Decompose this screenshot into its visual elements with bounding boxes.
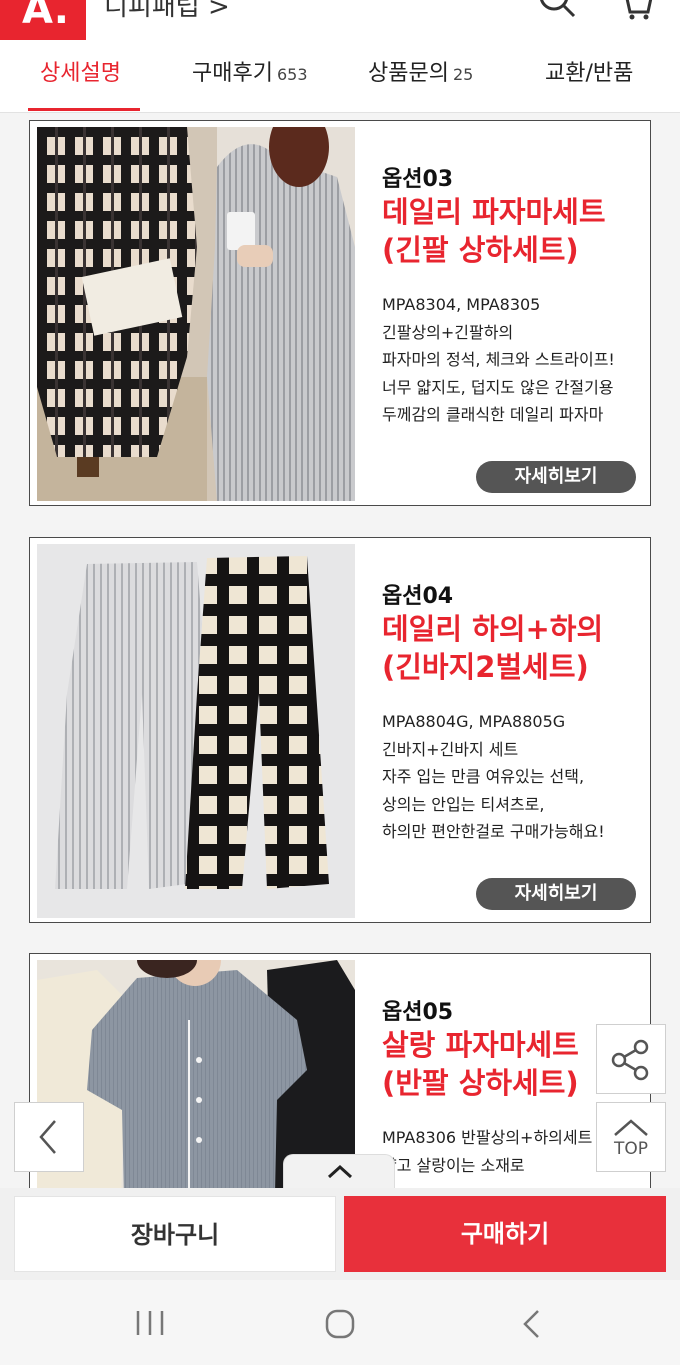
product-title: 살랑 파자마세트 [382,1028,579,1062]
product-subtitle: (긴바지2벌세트) [382,650,589,684]
tab-inquiries[interactable]: 상품문의 25 [368,40,473,112]
system-navigation-bar [0,1280,680,1365]
product-description: MPA8306 반팔상의+하의세트 얇고 살랑이는 소재로 [382,1124,592,1179]
tab-exchange-return-label: 교환/반품 [545,61,634,86]
detail-content[interactable]: 옵션03 데일리 파자마세트 (긴팔 상하세트) MPA8304, MPA830… [0,113,680,1188]
back-icon[interactable] [518,1308,546,1340]
pants-set-photo [37,544,355,918]
review-count: 653 [276,65,308,84]
description-line: MPA8804G, MPA8805G [382,712,566,731]
product-option-card: 옵션05 살랑 파자마세트 (반팔 상하세트) MPA8306 반팔상의+하의세… [29,953,651,1188]
description-line: 긴팔상의+긴팔하의 [382,322,514,342]
recent-apps-icon[interactable] [132,1308,168,1338]
product-subtitle: (반팔 상하세트) [382,1066,579,1100]
product-description: MPA8804G, MPA8805G 긴바지+긴바지 세트 자주 입는 만큼 여… [382,708,605,846]
product-description: MPA8304, MPA8305 긴팔상의+긴팔하의 파자마의 정석, 체크와 … [382,291,615,429]
top-label: TOP [613,1139,649,1159]
product-title: 데일리 파자마세트 [382,195,606,229]
description-line: 하의만 편안한걸로 구매가능해요! [382,822,605,841]
expand-purchase-panel-tab[interactable] [283,1154,395,1188]
cart-icon[interactable] [618,0,654,20]
description-line: 너무 얇지도, 덥지도 않은 간절기용 [382,377,614,397]
shop-name-link[interactable]: 디피패럽 > [104,0,230,23]
share-icon [611,1039,649,1081]
description-line: 얇고 살랑이는 소재로 [382,1155,525,1175]
add-to-cart-button[interactable]: 장바구니 [14,1196,336,1272]
tab-inquiries-label: 상품문의 [368,61,449,86]
purchase-bar: 장바구니 구매하기 [0,1188,680,1280]
view-details-button[interactable]: 자세히보기 [476,461,636,493]
option-number: 옵션05 [382,1000,454,1025]
product-subtitle: (긴팔 상하세트) [382,233,579,267]
tab-detail[interactable]: 상세설명 [40,40,121,112]
description-line: 긴바지+긴바지 세트 [382,739,519,759]
search-icon[interactable] [536,0,578,20]
scroll-to-top-button[interactable]: TOP [596,1102,666,1172]
description-line: 상의는 안입는 티셔츠로, [382,794,545,814]
detail-tabs: 상세설명 구매후기 653 상품문의 25 교환/반품 [0,40,680,113]
option-number: 옵션03 [382,167,454,192]
active-tab-indicator [28,108,140,111]
pajama-set-photo [37,127,355,501]
chevron-up-icon [327,1164,353,1179]
chevron-left-icon [39,1120,56,1154]
option-number: 옵션04 [382,584,454,609]
product-option-card: 옵션04 데일리 하의+하의 (긴바지2벌세트) MPA8804G, MPA88… [29,537,651,923]
description-line: 두께감의 클래식한 데일리 파자마 [382,405,604,424]
product-headline: 데일리 하의+하의 (긴바지2벌세트) [382,610,603,686]
inquiry-count: 25 [452,65,474,84]
app-header: A. 디피패럽 > [0,0,680,40]
view-details-button[interactable]: 자세히보기 [476,878,636,910]
description-line: MPA8306 반팔상의+하의세트 [382,1128,593,1147]
tab-detail-label: 상세설명 [40,61,121,86]
product-title: 데일리 하의+하의 [382,612,604,646]
tab-reviews-label: 구매후기 [192,61,273,86]
home-icon[interactable] [324,1308,356,1340]
tab-exchange-return[interactable]: 교환/반품 [545,40,633,112]
brand-logo[interactable]: A. [0,0,86,40]
previous-button[interactable] [14,1102,84,1172]
description-line: 자주 입는 만큼 여유있는 선택, [382,767,585,786]
description-line: MPA8304, MPA8305 [382,295,541,314]
buy-now-button[interactable]: 구매하기 [344,1196,666,1272]
product-headline: 살랑 파자마세트 (반팔 상하세트) [382,1026,579,1102]
share-button[interactable] [596,1024,666,1094]
product-option-card: 옵션03 데일리 파자마세트 (긴팔 상하세트) MPA8304, MPA830… [29,120,651,506]
product-headline: 데일리 파자마세트 (긴팔 상하세트) [382,193,606,269]
description-line: 파자마의 정석, 체크와 스트라이프! [382,350,615,369]
tab-reviews[interactable]: 구매후기 653 [192,40,308,112]
